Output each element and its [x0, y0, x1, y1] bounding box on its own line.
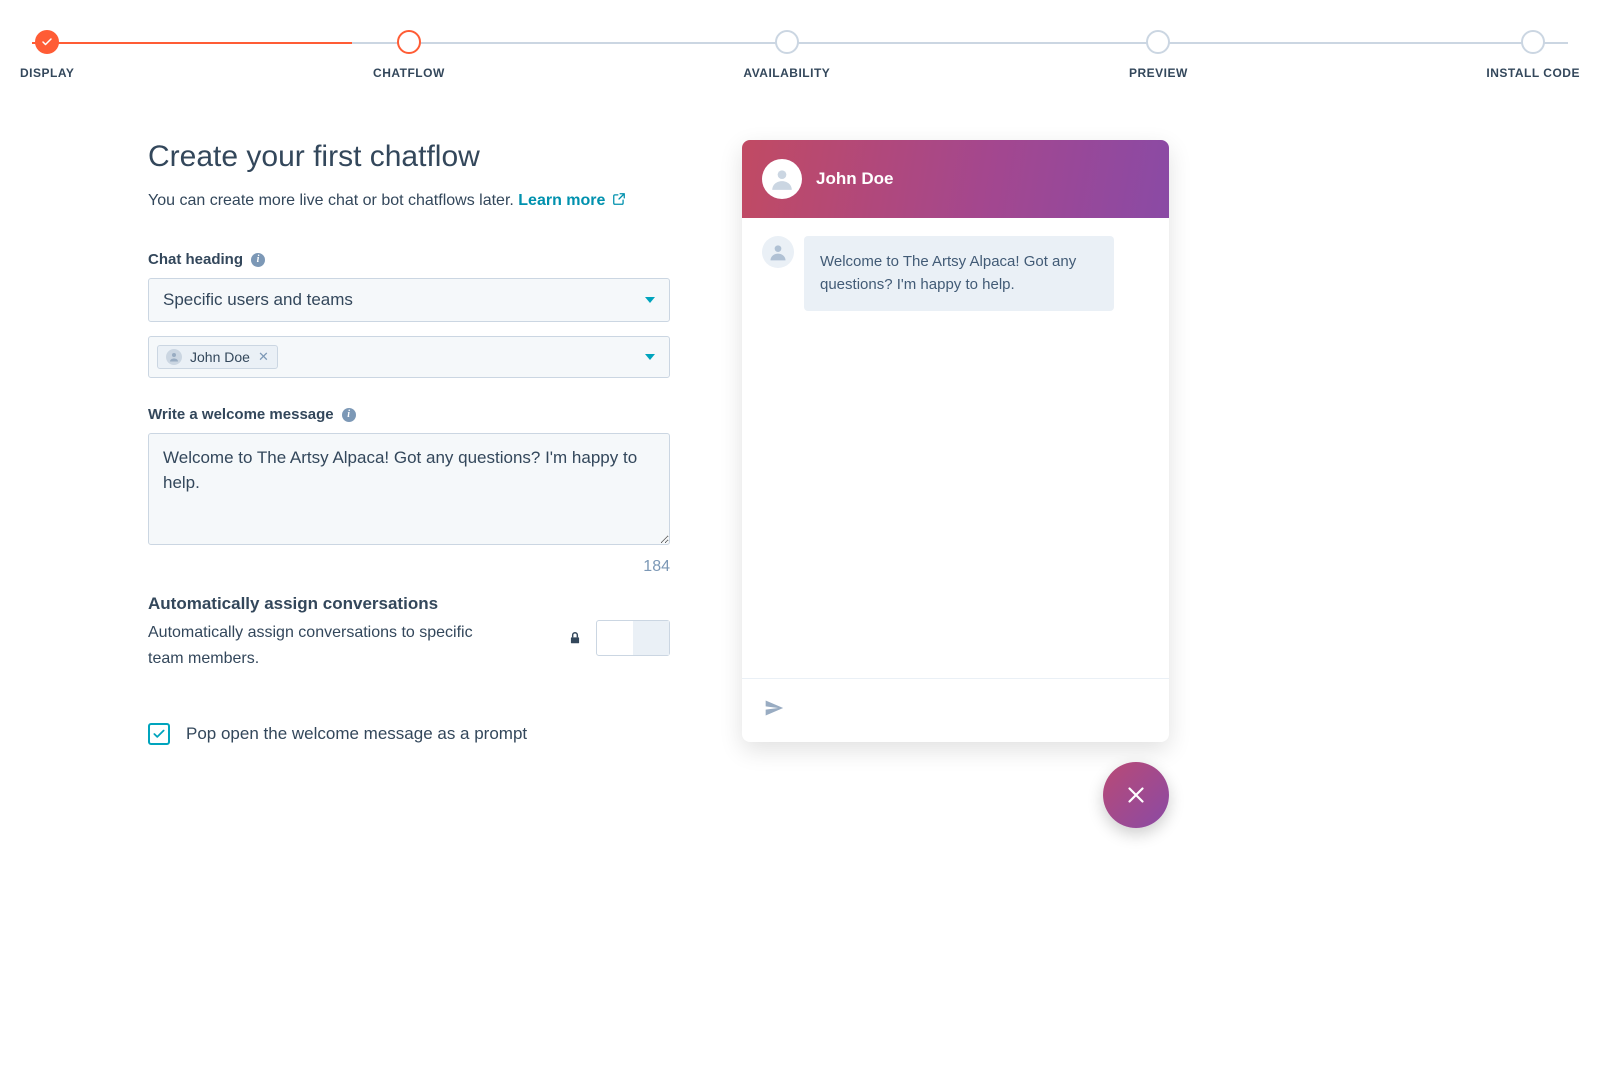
chat-body: Welcome to The Artsy Alpaca! Got any que… — [742, 218, 1169, 678]
chat-heading-label: Chat heading i — [148, 251, 670, 268]
step-preview[interactable]: PREVIEW — [1129, 30, 1188, 80]
character-counter: 184 — [148, 558, 670, 576]
close-icon — [1123, 782, 1149, 808]
step-label: CHATFLOW — [373, 66, 445, 80]
assign-helper-text: Automatically assign conversations to sp… — [148, 620, 508, 671]
subtext-text: You can create more live chat or bot cha… — [148, 192, 514, 209]
step-display[interactable]: DISPLAY — [20, 30, 74, 80]
step-chatflow[interactable]: CHATFLOW — [373, 30, 445, 80]
chevron-down-icon — [645, 297, 655, 303]
chat-heading-select[interactable]: Specific users and teams — [148, 278, 670, 322]
checkbox-checked-icon[interactable] — [148, 723, 170, 745]
step-circle-icon — [397, 30, 421, 54]
welcome-message-label: Write a welcome message i — [148, 406, 670, 423]
step-label: INSTALL CODE — [1486, 66, 1580, 80]
chat-preview-widget: John Doe Welcome to The Artsy Alpaca! Go… — [742, 140, 1169, 742]
label-text: Write a welcome message — [148, 406, 334, 423]
step-availability[interactable]: AVAILABILITY — [743, 30, 830, 80]
check-icon — [35, 30, 59, 54]
users-multiselect[interactable]: John Doe ✕ — [148, 336, 670, 378]
page-subtext: You can create more live chat or bot cha… — [148, 192, 670, 211]
auto-assign-toggle[interactable] — [596, 620, 670, 656]
step-label: AVAILABILITY — [743, 66, 830, 80]
checkbox-label: Pop open the welcome message as a prompt — [186, 724, 527, 744]
pop-open-checkbox-row[interactable]: Pop open the welcome message as a prompt — [148, 723, 670, 745]
step-label: DISPLAY — [20, 66, 74, 80]
user-chip: John Doe ✕ — [157, 345, 278, 369]
step-circle-icon — [1521, 30, 1545, 54]
wizard-stepper: DISPLAY CHATFLOW AVAILABILITY PREVIEW IN… — [0, 0, 1600, 80]
chevron-down-icon — [645, 354, 655, 360]
step-label: PREVIEW — [1129, 66, 1188, 80]
avatar-icon — [762, 159, 802, 199]
chat-message-bubble: Welcome to The Artsy Alpaca! Got any que… — [804, 236, 1114, 311]
select-value: Specific users and teams — [163, 290, 353, 310]
external-link-icon — [612, 192, 626, 211]
step-install-code[interactable]: INSTALL CODE — [1486, 30, 1580, 80]
learn-more-label: Learn more — [518, 192, 605, 209]
step-circle-icon — [1146, 30, 1170, 54]
learn-more-link[interactable]: Learn more — [518, 192, 626, 209]
toggle-off-half — [633, 621, 669, 655]
welcome-message-textarea[interactable] — [148, 433, 670, 545]
chip-name: John Doe — [190, 349, 250, 365]
assign-section-title: Automatically assign conversations — [148, 594, 670, 614]
remove-chip-button[interactable]: ✕ — [258, 349, 269, 365]
avatar-icon — [762, 236, 794, 268]
info-icon[interactable]: i — [342, 408, 356, 422]
chat-agent-name: John Doe — [816, 169, 893, 189]
close-chat-fab[interactable] — [1103, 762, 1169, 828]
chat-input-footer[interactable] — [742, 678, 1169, 742]
avatar-icon — [166, 349, 182, 365]
send-icon[interactable] — [764, 698, 784, 723]
toggle-on-half — [597, 621, 633, 655]
step-circle-icon — [775, 30, 799, 54]
info-icon[interactable]: i — [251, 253, 265, 267]
page-title: Create your first chatflow — [148, 140, 670, 174]
lock-icon — [568, 630, 582, 646]
chat-header: John Doe — [742, 140, 1169, 218]
label-text: Chat heading — [148, 251, 243, 268]
